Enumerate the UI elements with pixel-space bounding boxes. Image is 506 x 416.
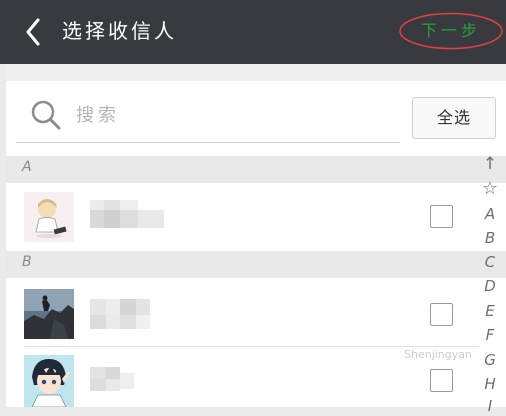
index-item-top-arrow[interactable]: ↑	[476, 154, 504, 174]
girl-drawing-avatar	[24, 192, 74, 242]
next-step-label: 下一步	[420, 21, 481, 40]
section-header-b: B	[6, 251, 506, 278]
alphabet-index-bar: ↑ ☆ A B C D E F G H I	[476, 152, 504, 415]
contact-row[interactable]	[6, 183, 506, 249]
select-all-button[interactable]: 全选	[412, 97, 496, 139]
contact-row[interactable]	[6, 281, 506, 345]
index-item-h[interactable]: H	[476, 374, 504, 394]
anime-boy-avatar	[24, 355, 74, 407]
index-item-a[interactable]: A	[476, 204, 504, 224]
back-arrow-icon[interactable]	[22, 17, 48, 47]
index-item-g[interactable]: G	[476, 350, 504, 370]
section-letter: B	[22, 254, 32, 270]
index-item-d[interactable]: D	[476, 276, 504, 296]
contact-checkbox[interactable]	[430, 303, 453, 326]
index-item-b[interactable]: B	[476, 228, 504, 248]
search-bar	[16, 92, 400, 143]
search-input[interactable]	[74, 98, 378, 132]
page-title: 选择收信人	[62, 19, 177, 43]
top-gap	[6, 64, 506, 81]
next-step-button[interactable]: 下一步	[399, 12, 503, 50]
index-item-c[interactable]: C	[476, 252, 504, 272]
watermark: Shenjingyan	[404, 348, 472, 361]
top-bar: 选择收信人 下一步	[0, 0, 506, 64]
contact-checkbox[interactable]	[430, 369, 453, 392]
index-item-e[interactable]: E	[476, 301, 504, 321]
index-item-star[interactable]: ☆	[476, 179, 504, 199]
index-item-i[interactable]: I	[476, 396, 504, 416]
search-icon	[28, 97, 64, 133]
rock-climber-avatar	[24, 289, 74, 339]
section-letter: A	[22, 159, 32, 175]
contact-checkbox[interactable]	[430, 205, 453, 228]
index-item-f[interactable]: F	[476, 325, 504, 345]
section-header-a: A	[6, 156, 506, 183]
